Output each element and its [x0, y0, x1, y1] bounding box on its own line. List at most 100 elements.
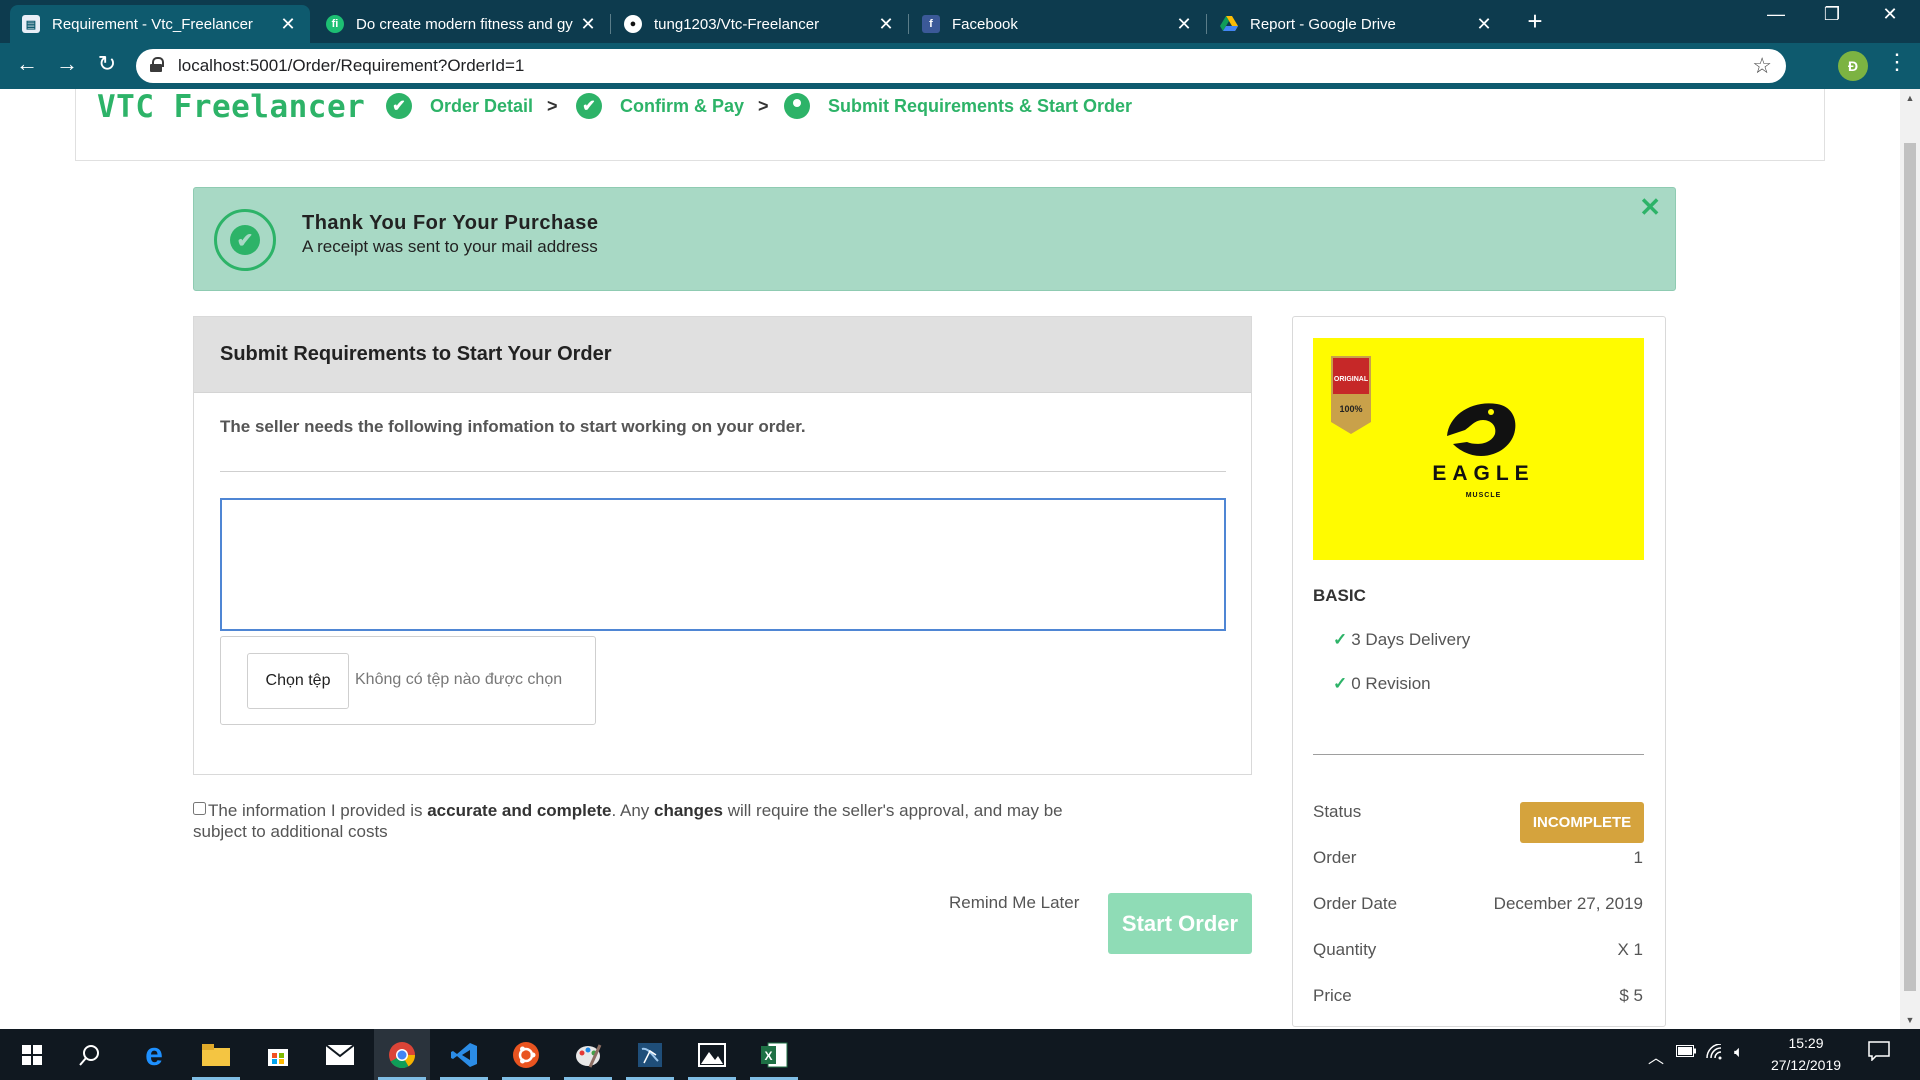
check-circle-icon: ✔ [386, 93, 412, 119]
choose-file-button[interactable]: Chọn tệp [247, 653, 349, 709]
original-badge-icon: ORIGINAL 100% [1331, 356, 1371, 434]
tab-title: Do create modern fitness and gy [356, 15, 573, 33]
svg-text:ORIGINAL: ORIGINAL [1334, 376, 1369, 383]
scroll-up-arrow-icon[interactable]: ▲ [1900, 93, 1920, 103]
excel-icon[interactable]: X [746, 1029, 802, 1080]
battery-icon[interactable] [1676, 1044, 1696, 1062]
success-check-icon: ✔ [214, 209, 276, 271]
tab-separator [908, 14, 909, 34]
ubuntu-icon[interactable] [498, 1029, 554, 1080]
divider [220, 471, 1226, 472]
tab-title: tung1203/Vtc-Freelancer [654, 15, 820, 33]
url-text[interactable]: localhost:5001/Order/Requirement?OrderId… [178, 56, 524, 76]
lock-icon[interactable] [150, 57, 164, 72]
feature-revision: ✓ 0 Revision [1333, 674, 1431, 694]
order-summary-card: ORIGINAL 100% EAGLE MUSCLE BASIC ✓ 3 Days… [1292, 316, 1666, 1027]
tab-title: Requirement - Vtc_Freelancer [52, 15, 253, 33]
browser-tab-github[interactable]: ● tung1203/Vtc-Freelancer ✕ [612, 5, 908, 43]
page-scrollbar[interactable]: ▲ ▼ [1900, 89, 1920, 1029]
requirements-textarea[interactable] [220, 498, 1226, 631]
step-separator: > [547, 95, 558, 116]
site-logo[interactable]: VTC Freelancer [97, 89, 365, 125]
google-drive-icon [1220, 15, 1238, 33]
browser-tab-facebook[interactable]: f Facebook ✕ [910, 5, 1206, 43]
tab-separator [1206, 14, 1207, 34]
close-banner-icon[interactable]: ✕ [1639, 192, 1661, 223]
edge-icon[interactable]: e [126, 1029, 182, 1080]
order-label: Order [1313, 848, 1357, 867]
close-tab-icon[interactable]: ✕ [578, 14, 598, 35]
reload-button[interactable]: ↻ [92, 51, 122, 77]
vscode-icon[interactable] [436, 1029, 492, 1080]
windows-taskbar: e X ︿ 🔈︎ 15:29 27/12/2019 [0, 1029, 1920, 1080]
close-tab-icon[interactable]: ✕ [1174, 14, 1194, 35]
order-date-label: Order Date [1313, 894, 1398, 913]
agreement-text: . Any [611, 801, 654, 820]
minimize-button[interactable]: — [1756, 4, 1796, 25]
start-order-button[interactable]: Start Order [1108, 893, 1252, 954]
github-icon: ● [624, 15, 642, 33]
agreement-checkbox[interactable] [193, 802, 206, 815]
gig-brand-text: EAGLE [1432, 462, 1535, 485]
step-order-detail: ✔ Order Detail > [386, 93, 558, 119]
wifi-icon[interactable] [1706, 1043, 1726, 1065]
price-value: $ 5 [1619, 986, 1643, 1005]
close-tab-icon[interactable]: ✕ [1474, 14, 1494, 35]
agreement-text: The information I provided is [208, 801, 428, 820]
close-window-button[interactable]: ✕ [1870, 4, 1910, 25]
search-icon[interactable] [62, 1029, 118, 1080]
feature-label: 3 Days Delivery [1351, 630, 1471, 649]
photos-icon[interactable] [684, 1029, 740, 1080]
new-tab-button[interactable]: + [1520, 6, 1550, 37]
gig-thumbnail: ORIGINAL 100% EAGLE MUSCLE [1313, 338, 1644, 560]
agreement: The information I provided is accurate a… [193, 800, 1093, 842]
paint-icon[interactable] [560, 1029, 616, 1080]
file-explorer-icon[interactable] [188, 1029, 244, 1080]
forward-button[interactable]: → [52, 51, 82, 77]
remind-me-later-link[interactable]: Remind Me Later [949, 893, 1079, 913]
system-clock[interactable]: 15:29 27/12/2019 [1756, 1032, 1856, 1076]
document-icon: ▤ [22, 15, 40, 33]
notifications-icon[interactable] [1868, 1041, 1890, 1066]
restore-button[interactable]: ❐ [1812, 4, 1852, 25]
close-tab-icon[interactable]: ✕ [278, 14, 298, 35]
sql-server-icon[interactable] [622, 1029, 678, 1080]
step-confirm-pay: ✔ Confirm & Pay > [576, 93, 769, 119]
agreement-bold: accurate and complete [427, 801, 612, 820]
step-submit-requirements: Submit Requirements & Start Order [784, 93, 1132, 119]
scroll-down-arrow-icon[interactable]: ▼ [1900, 1015, 1920, 1025]
agreement-bold: changes [654, 801, 723, 820]
browser-tab-requirement[interactable]: ▤ Requirement - Vtc_Freelancer ✕ [10, 5, 310, 43]
volume-icon[interactable]: 🔈︎ [1734, 1044, 1744, 1062]
banner-title: Thank You For Your Purchase [302, 212, 599, 234]
divider [1313, 754, 1644, 755]
address-bar[interactable]: localhost:5001/Order/Requirement?OrderId… [136, 49, 1786, 83]
eagle-logo-icon [1447, 403, 1516, 456]
chrome-icon[interactable] [374, 1029, 430, 1080]
file-status: Không có tệp nào được chọn [355, 671, 563, 688]
store-icon[interactable] [250, 1029, 306, 1080]
profile-avatar[interactable]: Đ [1838, 51, 1868, 81]
step-separator: > [758, 95, 769, 116]
checkmark-icon: ✓ [1333, 630, 1348, 649]
scrollbar-thumb[interactable] [1904, 143, 1916, 991]
requirements-heading: Submit Requirements to Start Your Order [194, 317, 1251, 393]
status-badge: INCOMPLETE [1520, 802, 1644, 843]
mail-icon[interactable] [312, 1029, 368, 1080]
tab-title: Report - Google Drive [1250, 15, 1396, 33]
gig-tagline-text: MUSCLE [1465, 492, 1502, 499]
start-icon[interactable] [4, 1029, 60, 1080]
browser-tab-fiverr[interactable]: fi Do create modern fitness and gy ✕ [314, 5, 610, 43]
browser-tab-strip: ▤ Requirement - Vtc_Freelancer ✕ fi Do c… [0, 0, 1920, 43]
close-tab-icon[interactable]: ✕ [876, 14, 896, 35]
bookmark-star-icon[interactable]: ☆ [1752, 53, 1772, 79]
check-circle-icon: ✔ [576, 93, 602, 119]
tab-title: Facebook [952, 15, 1018, 33]
browser-tab-google-drive[interactable]: Report - Google Drive ✕ [1208, 5, 1506, 43]
show-hidden-icons-icon[interactable]: ︿ [1648, 1044, 1664, 1068]
chrome-menu-icon[interactable]: ⋮ [1886, 49, 1908, 75]
price-label: Price [1313, 986, 1352, 1005]
fiverr-icon: fi [326, 15, 344, 33]
back-button[interactable]: ← [12, 51, 42, 77]
svg-text:X: X [764, 1049, 772, 1063]
